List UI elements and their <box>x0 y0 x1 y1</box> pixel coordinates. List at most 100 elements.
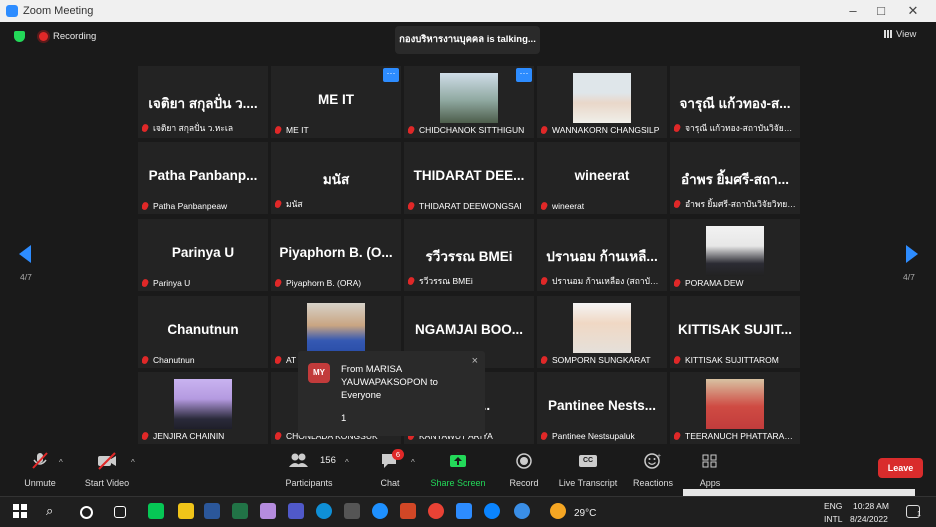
onenote-icon[interactable] <box>260 503 276 519</box>
participant-display-name: อำพร ยิ้มศรี-สถา... <box>681 172 789 187</box>
muted-mic-icon <box>142 201 150 211</box>
participant-tile[interactable]: Parinya U Parinya U <box>138 219 268 291</box>
apps-icon <box>692 452 728 470</box>
participant-name-text: เจติยา สกุลปั่น ว.หะเล <box>153 123 234 133</box>
muted-mic-icon <box>541 125 549 135</box>
cortana-icon[interactable] <box>80 506 93 519</box>
window-titlebar: Zoom Meeting – □ ✕ <box>0 0 936 22</box>
apps-button[interactable]: Apps <box>692 452 728 490</box>
participants-caret-icon[interactable]: ^ <box>345 458 349 467</box>
participant-name-label: ME IT <box>275 125 397 135</box>
participant-name-label: TEERANUCH PHATTARAK... <box>674 431 796 441</box>
live-transcript-button[interactable]: CC Live Transcript <box>556 452 620 490</box>
windows-start-icon[interactable] <box>12 503 28 519</box>
close-popup-icon[interactable]: × <box>472 355 478 367</box>
zoom-taskbar-icon[interactable] <box>456 503 472 519</box>
participant-tile[interactable]: Pantinee Nests... Pantinee Nestsupaluk <box>537 372 667 444</box>
participant-tile[interactable]: ME IT ··· ME IT <box>271 66 401 138</box>
video-off-icon <box>80 452 134 470</box>
muted-mic-icon <box>142 355 150 365</box>
weather-icon[interactable] <box>550 503 566 519</box>
ie-icon[interactable] <box>372 503 388 519</box>
record-button[interactable]: Record <box>504 452 544 490</box>
edge-icon[interactable] <box>316 503 332 519</box>
view-button[interactable]: View <box>884 27 926 43</box>
leave-button[interactable]: Leave <box>878 458 923 478</box>
task-view-icon[interactable] <box>114 506 126 518</box>
video-options-caret-icon[interactable]: ^ <box>131 458 135 467</box>
chat-sender-line: From MARISA YAUWAPAKSOPON to Everyone <box>341 364 438 401</box>
muted-mic-icon <box>275 355 283 365</box>
powerpoint-icon[interactable] <box>400 503 416 519</box>
participant-tile[interactable]: Patha Panbanp... Patha Panbanpeaw <box>138 142 268 214</box>
participant-name-text: Patha Panbanpeaw <box>153 201 228 211</box>
participant-name-label: CHIDCHANOK SITTHIGUN <box>408 125 530 135</box>
participant-tile[interactable]: THIDARAT DEE... THIDARAT DEEWONGSAI <box>404 142 534 214</box>
participant-video <box>174 379 232 429</box>
participant-video <box>573 303 631 353</box>
more-options-icon[interactable]: ··· <box>516 68 532 82</box>
participant-tile[interactable]: SOMPORN SUNGKARAT <box>537 296 667 368</box>
participant-tile[interactable]: JENJIRA CHAININ <box>138 372 268 444</box>
share-screen-button[interactable]: Share Screen <box>428 452 488 490</box>
participant-tile[interactable]: Chanutnun Chanutnun <box>138 296 268 368</box>
language-bottom: INTL <box>824 514 843 524</box>
participant-tile[interactable]: Piyaphorn B. (O... Piyaphorn B. (ORA) <box>271 219 401 291</box>
participant-tile[interactable]: จารุณี แก้วทอง-ส... จารุณี แก้วทอง-สถาบัน… <box>670 66 800 138</box>
app-blue-icon[interactable] <box>484 503 500 519</box>
audio-options-caret-icon[interactable]: ^ <box>59 458 63 467</box>
file-explorer-icon[interactable] <box>178 503 194 519</box>
participant-name-text: THIDARAT DEEWONGSAI <box>419 201 522 211</box>
start-video-button[interactable]: Start Video <box>80 452 134 490</box>
encryption-shield-icon[interactable] <box>14 31 25 42</box>
chrome-icon[interactable] <box>428 503 444 519</box>
muted-mic-icon <box>674 199 682 209</box>
maximize-icon[interactable]: □ <box>866 2 896 20</box>
muted-mic-icon <box>275 278 283 288</box>
excel-icon[interactable] <box>232 503 248 519</box>
participant-tile[interactable]: รวีวรรณ BMEi รวีวรรณ BMEi <box>404 219 534 291</box>
unmute-button[interactable]: Unmute <box>18 452 62 490</box>
participant-tile[interactable]: KITTISAK SUJIT... KITTISAK SUJITTAROM <box>670 296 800 368</box>
close-window-icon[interactable]: ✕ <box>898 2 928 20</box>
participant-tile[interactable]: ··· CHIDCHANOK SITTHIGUN <box>404 66 534 138</box>
line-app-icon[interactable] <box>148 503 164 519</box>
participant-tile[interactable]: เจติยา สกุลปั่น ว.... เจติยา สกุลปั่น ว.ห… <box>138 66 268 138</box>
participant-tile[interactable]: อำพร ยิ้มศรี-สถา... อำพร ยิ้มศรี-สถาบันวิ… <box>670 142 800 214</box>
participant-name-text: Pantinee Nestsupaluk <box>552 431 635 441</box>
chat-notification-popup[interactable]: MY From MARISA YAUWAPAKSOPON to Everyone… <box>298 351 485 436</box>
participant-name-text: Piyaphorn B. (ORA) <box>286 278 362 288</box>
participant-name-label: PORAMA DEW <box>674 278 796 288</box>
teams-icon[interactable] <box>288 503 304 519</box>
participant-name-text: PORAMA DEW <box>685 278 744 288</box>
help-icon[interactable] <box>514 503 530 519</box>
participant-tile[interactable]: TEERANUCH PHATTARAK... <box>670 372 800 444</box>
participants-button[interactable]: 156 Participants <box>282 452 336 490</box>
previous-page-arrow-icon[interactable] <box>19 245 31 263</box>
participant-tile[interactable]: มนัส มนัส <box>271 142 401 214</box>
muted-mic-icon <box>18 452 62 470</box>
page-indicator-left: 4/7 <box>20 272 32 282</box>
word-icon[interactable] <box>204 503 220 519</box>
participant-name-text: wineerat <box>552 201 585 211</box>
zoom-logo-icon <box>6 5 18 17</box>
notification-count: 1 <box>917 511 921 518</box>
svg-text:+: + <box>657 453 661 460</box>
chat-button[interactable]: 6 Chat <box>370 449 410 490</box>
participant-name-label: เจติยา สกุลปั่น ว.หะเล <box>142 121 264 135</box>
more-options-icon[interactable]: ··· <box>383 68 399 82</box>
participant-tile[interactable]: PORAMA DEW <box>670 219 800 291</box>
minimize-icon[interactable]: – <box>838 2 868 20</box>
app-pinned-icon[interactable] <box>344 503 360 519</box>
next-page-arrow-icon[interactable] <box>906 245 918 263</box>
participant-tile[interactable]: ปรานอม ก้านเหลื... ปรานอม ก้านเหลือง (สถา… <box>537 219 667 291</box>
reactions-button[interactable]: + Reactions <box>630 452 676 490</box>
chat-caret-icon[interactable]: ^ <box>411 458 415 467</box>
participant-display-name: เจติยา สกุลปั่น ว.... <box>148 96 258 111</box>
participant-tile[interactable]: WANNAKORN CHANGSILP <box>537 66 667 138</box>
participant-name-text: CHIDCHANOK SITTHIGUN <box>419 125 525 135</box>
search-icon[interactable]: ⌕ <box>46 503 62 519</box>
participant-name-text: ปรานอม ก้านเหลือง (สถาบันวิ... <box>552 276 663 286</box>
recording-label[interactable]: Recording <box>53 31 96 42</box>
participant-tile[interactable]: wineerat wineerat <box>537 142 667 214</box>
